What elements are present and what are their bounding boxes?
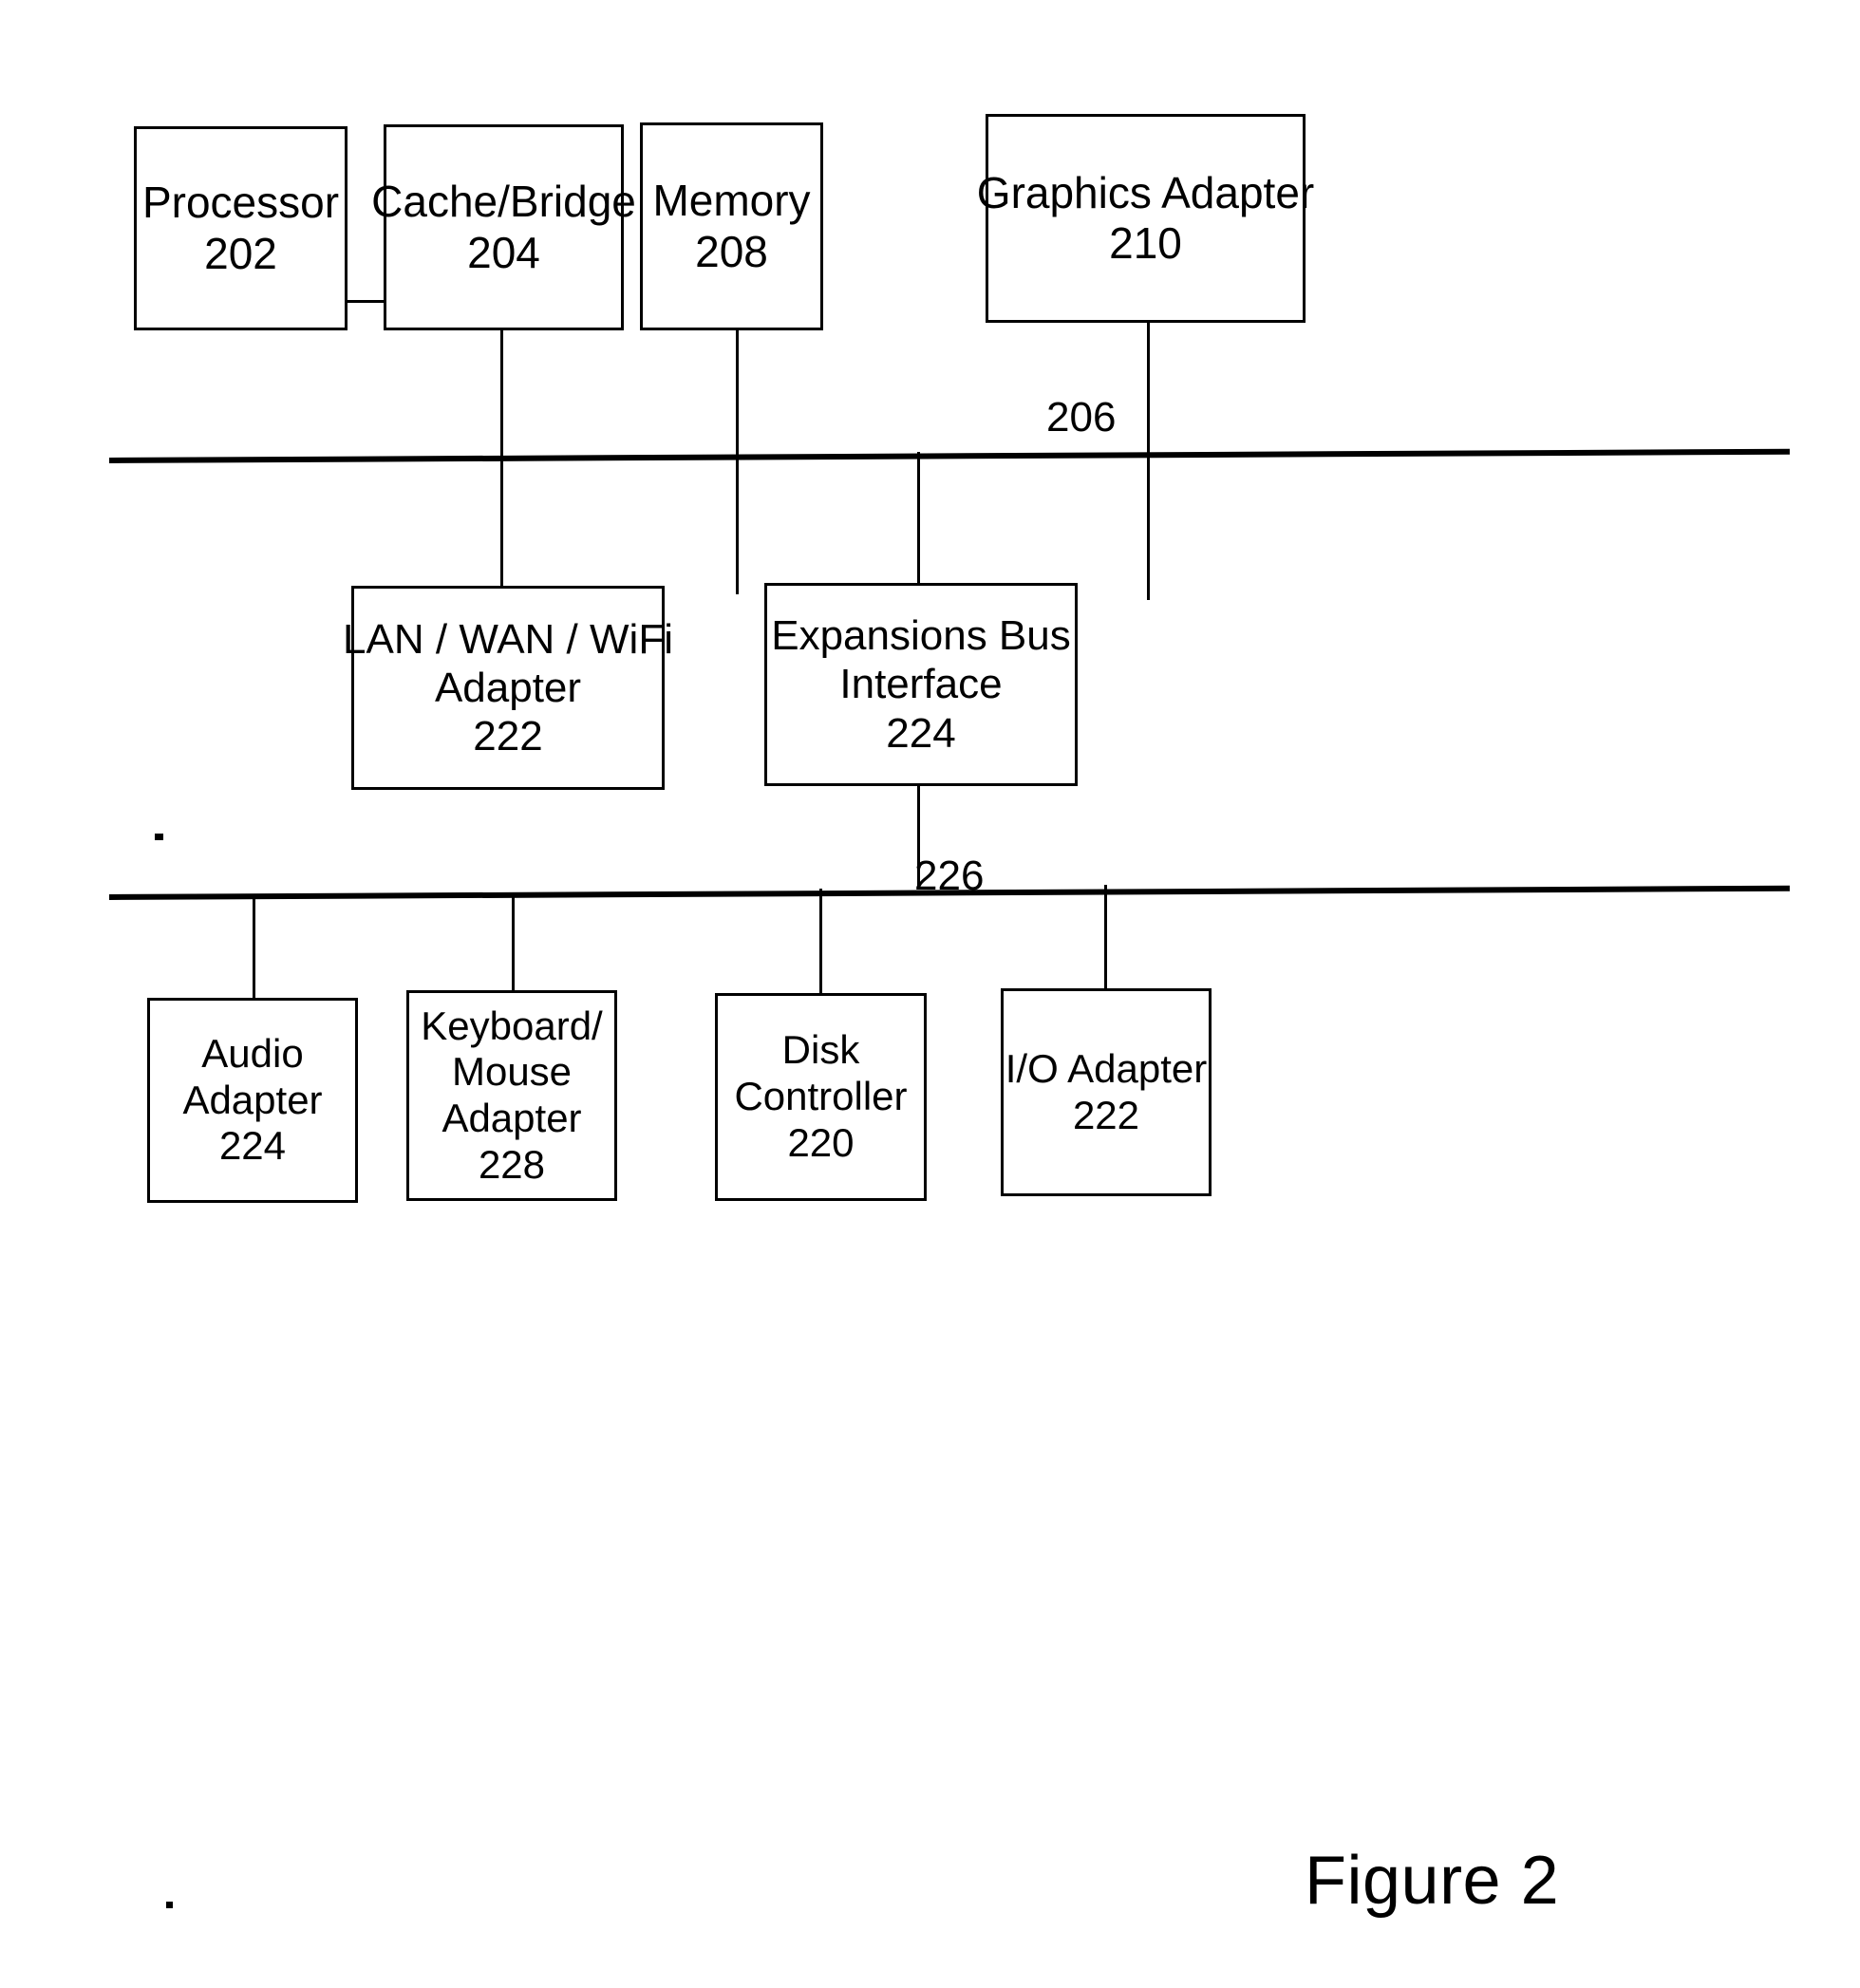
block-audio-adapter-name-line2: Adapter — [182, 1077, 323, 1122]
connector-bus226-to-disk-controller — [819, 889, 822, 993]
connector-bus226-to-keyboard-mouse-adapter — [512, 892, 515, 991]
block-memory-name: Memory — [652, 176, 811, 226]
connector-graphics-to-bus206 — [1147, 323, 1150, 600]
bus-226-label: 226 — [914, 853, 985, 899]
block-expansions-bus-interface[interactable]: Expansions Bus Interface 224 — [764, 583, 1078, 786]
scan-speckle — [155, 834, 163, 840]
block-disk-controller-name-line1: Disk — [781, 1027, 860, 1073]
block-keyboard-mouse-name-line1: Keyboard/ — [421, 1003, 603, 1048]
connector-processor-to-cache — [345, 300, 387, 303]
block-io-adapter-name: I/O Adapter — [1005, 1045, 1208, 1091]
connector-memory-to-bus206 — [736, 330, 739, 594]
patent-figure: 206 226 Processor 202 Cache/Bridge 204 M… — [0, 0, 1860, 1988]
block-keyboard-mouse-adapter[interactable]: Keyboard/ Mouse Adapter 228 — [406, 990, 617, 1201]
block-disk-controller-ref: 220 — [787, 1119, 855, 1165]
figure-caption: Figure 2 — [1305, 1843, 1560, 1919]
block-graphics-adapter-ref: 210 — [1109, 218, 1182, 268]
block-disk-controller-name-line2: Controller — [734, 1074, 908, 1119]
block-graphics-adapter-name: Graphics Adapter — [976, 167, 1315, 217]
block-lan-adapter-name-line2: Adapter — [434, 664, 582, 711]
connector-bus206-to-expansion-bus — [917, 452, 920, 585]
block-audio-adapter-name-line1: Audio — [201, 1030, 304, 1076]
connector-bus226-to-audio-adapter — [253, 896, 255, 999]
block-cache-bridge-name: Cache/Bridge — [371, 177, 636, 227]
block-memory[interactable]: Memory 208 — [640, 122, 823, 330]
block-audio-adapter[interactable]: Audio Adapter 224 — [147, 998, 358, 1203]
block-processor-name: Processor — [141, 178, 340, 228]
block-processor-ref: 202 — [204, 228, 277, 278]
block-io-adapter-ref: 222 — [1072, 1092, 1140, 1137]
connector-cache-to-bus206 — [500, 330, 503, 592]
block-keyboard-mouse-ref: 228 — [478, 1141, 546, 1187]
block-expansion-bus-name-line1: Expansions Bus — [771, 612, 1071, 660]
block-lan-adapter-name-line1: LAN / WAN / WiFi — [343, 615, 673, 663]
block-cache-bridge-ref: 204 — [467, 227, 540, 277]
block-expansion-bus-name-line2: Interface — [839, 661, 1003, 708]
block-lan-adapter-ref: 222 — [473, 713, 543, 760]
connector-bus226-to-io-adapter — [1104, 885, 1107, 989]
block-processor[interactable]: Processor 202 — [134, 126, 348, 330]
block-disk-controller[interactable]: Disk Controller 220 — [715, 993, 927, 1201]
block-lan-wan-wifi-adapter[interactable]: LAN / WAN / WiFi Adapter 222 — [343, 586, 673, 790]
block-keyboard-mouse-name-line3: Adapter — [442, 1096, 582, 1140]
block-memory-ref: 208 — [695, 226, 768, 276]
block-audio-adapter-ref: 224 — [218, 1123, 287, 1169]
block-io-adapter[interactable]: I/O Adapter 222 — [1001, 988, 1212, 1196]
bus-206-label: 206 — [1046, 394, 1117, 441]
block-cache-bridge[interactable]: Cache/Bridge 204 — [371, 124, 636, 330]
block-expansion-bus-ref: 224 — [886, 709, 956, 757]
scan-speckle — [166, 1902, 173, 1908]
bus-206-line — [108, 448, 1790, 463]
block-keyboard-mouse-name-line2: Mouse — [451, 1049, 573, 1095]
block-graphics-adapter[interactable]: Graphics Adapter 210 — [977, 114, 1314, 323]
